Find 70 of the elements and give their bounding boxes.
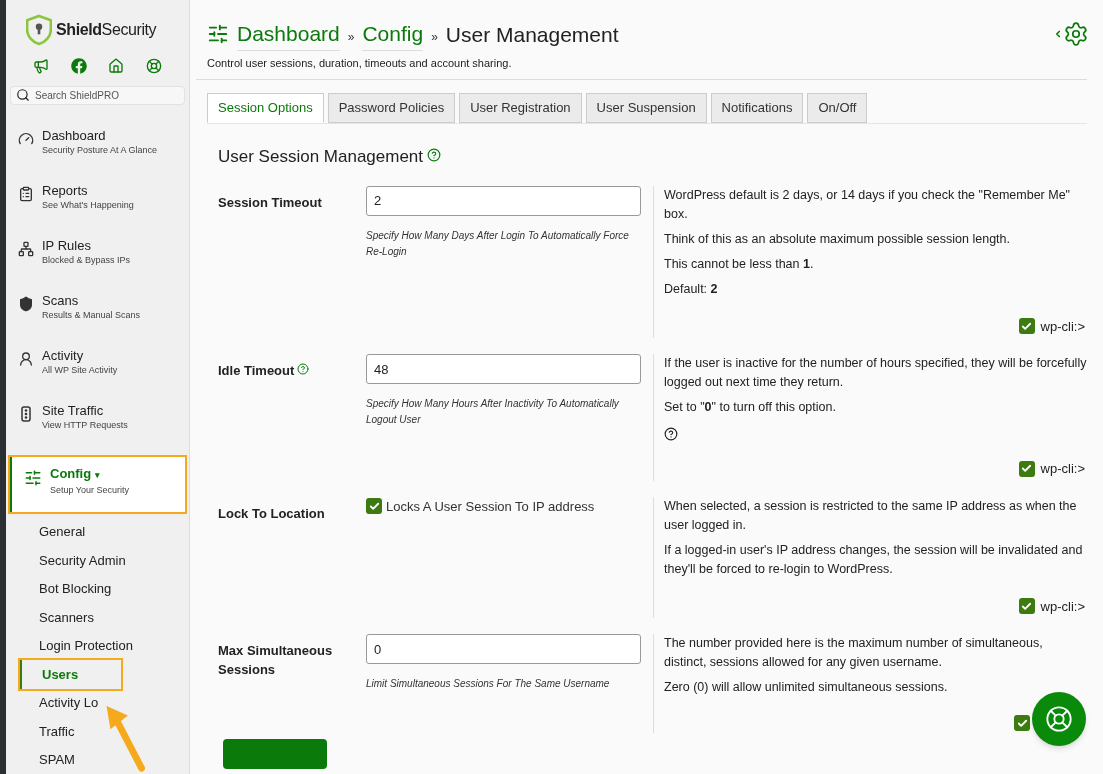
submenu-item[interactable]: Security Admin <box>6 546 189 575</box>
input-field[interactable]: 48 <box>366 354 641 384</box>
tab[interactable]: Session Options <box>207 93 324 123</box>
wp-cli-label: wp-cli:> <box>1040 597 1085 616</box>
tab[interactable]: Password Policies <box>327 93 456 123</box>
nav-subtitle: See What's Happening <box>42 198 134 212</box>
breadcrumb-link[interactable]: Dashboard <box>237 18 340 51</box>
submenu-item[interactable]: Activity Lo <box>6 688 189 717</box>
option-label: Max Simultaneous Sessions <box>218 642 334 679</box>
nav-title: Reports <box>42 181 89 199</box>
nav-title: Config ▾ <box>50 464 102 483</box>
nav-subtitle: Setup Your Security <box>50 483 130 497</box>
breadcrumb-separator: » <box>431 29 438 47</box>
description-text: WordPress default is 2 days, or 14 days if you check the "Remember Me" box. <box>664 186 1072 223</box>
search-input[interactable]: Search ShieldPRO <box>35 87 175 103</box>
nav-title: Dashboard <box>42 126 107 144</box>
nav-title: IP Rules <box>42 236 92 254</box>
description-text: Zero (0) will allow unlimited simultaneous sessions. <box>664 679 948 696</box>
checkbox-label: Locks A User Session To IP address <box>386 497 595 516</box>
page-subtitle: Control user sessions, duration, timeouts and account sharing. <box>196 54 1087 80</box>
nav-item[interactable]: Reports See What's Happening <box>6 181 189 237</box>
nav-item[interactable]: Activity All WP Site Activity <box>6 346 189 402</box>
nav-item[interactable]: Site Traffic View HTTP Requests <box>6 401 189 457</box>
tab[interactable]: Notifications <box>710 93 804 123</box>
option-label: Lock To Location <box>218 504 325 523</box>
input-field[interactable]: 2 <box>366 185 641 216</box>
description-text: Default: 2 <box>664 280 718 298</box>
field-hint: Limit Simultaneous Sessions For The Same Username <box>366 677 611 691</box>
nav-subtitle: Blocked & Bypass IPs <box>42 253 131 267</box>
breadcrumb-separator: » <box>347 29 355 47</box>
description-text: Think of this as an absolute maximum possible session length. <box>664 230 1010 248</box>
field-hint: Specify How Many Days After Login To Automatically Force Re-Login <box>366 228 630 259</box>
option-label: Session Timeout <box>218 193 322 212</box>
submenu-item[interactable]: General <box>6 517 189 546</box>
nav-item[interactable]: Dashboard Security Posture At A Glance <box>6 126 189 182</box>
submenu-item[interactable]: SPAM <box>6 745 189 774</box>
nav-subtitle: View HTTP Requests <box>42 418 128 432</box>
option-label: Idle Timeout <box>218 362 295 380</box>
wp-cli-label: wp-cli:> <box>1040 317 1085 336</box>
nav-item[interactable]: Scans Results & Manual Scans <box>6 291 189 347</box>
nav-title: Scans <box>42 291 80 309</box>
submenu-item[interactable]: Login Protection <box>6 631 189 660</box>
field-hint: Specify How Many Hours After Inactivity To Automatically Logout User <box>366 397 620 427</box>
nav-item[interactable]: Config ▾ Setup Your Security <box>10 456 185 512</box>
page-title: User Management <box>445 21 619 48</box>
submenu-item[interactable]: Bot Blocking <box>6 574 189 603</box>
description-text: When selected, a session is restricted to the same IP address as when the user logged in. <box>664 497 1078 534</box>
description-text: Set to "0" to turn off this option. <box>664 399 836 416</box>
section-title: User Session Management <box>218 146 424 168</box>
nav-subtitle: Security Posture At A Glance <box>42 143 158 157</box>
submenu-item[interactable]: Scanners <box>6 603 189 632</box>
breadcrumb-link[interactable]: Config <box>362 18 424 51</box>
wp-cli-label: wp-cli:> <box>1040 460 1085 478</box>
description-text: If the user is inactive for the number of hours specified, they will be forcefully logged out next time they return. <box>664 355 1087 391</box>
submenu-item[interactable]: Users <box>20 660 121 689</box>
tab[interactable]: User Registration <box>459 93 582 123</box>
input-field[interactable]: 0 <box>366 634 641 664</box>
nav-subtitle: All WP Site Activity <box>42 363 118 377</box>
description-text: This cannot be less than 1. <box>664 255 814 273</box>
description-text: If a logged-in user's IP address changes, the session will be invalidated and they'll be forced to re-login to WordPress. <box>664 541 1084 578</box>
tab[interactable]: User Suspension <box>585 93 707 123</box>
tab[interactable]: On/Off <box>807 93 868 123</box>
nav-title: Activity <box>42 346 85 364</box>
nav-subtitle: Results & Manual Scans <box>42 308 141 322</box>
submenu-item[interactable]: Traffic <box>6 717 189 746</box>
brand-name: ShieldSecurity <box>56 20 157 40</box>
nav-title: Site Traffic <box>42 401 105 419</box>
search-field[interactable]: Search ShieldPRO <box>10 86 185 105</box>
nav-item[interactable]: IP Rules Blocked & Bypass IPs <box>6 236 189 292</box>
description-text: The number provided here is the maximum number of simultaneous, distinct, sessions allowed for any given username. <box>664 635 1044 671</box>
